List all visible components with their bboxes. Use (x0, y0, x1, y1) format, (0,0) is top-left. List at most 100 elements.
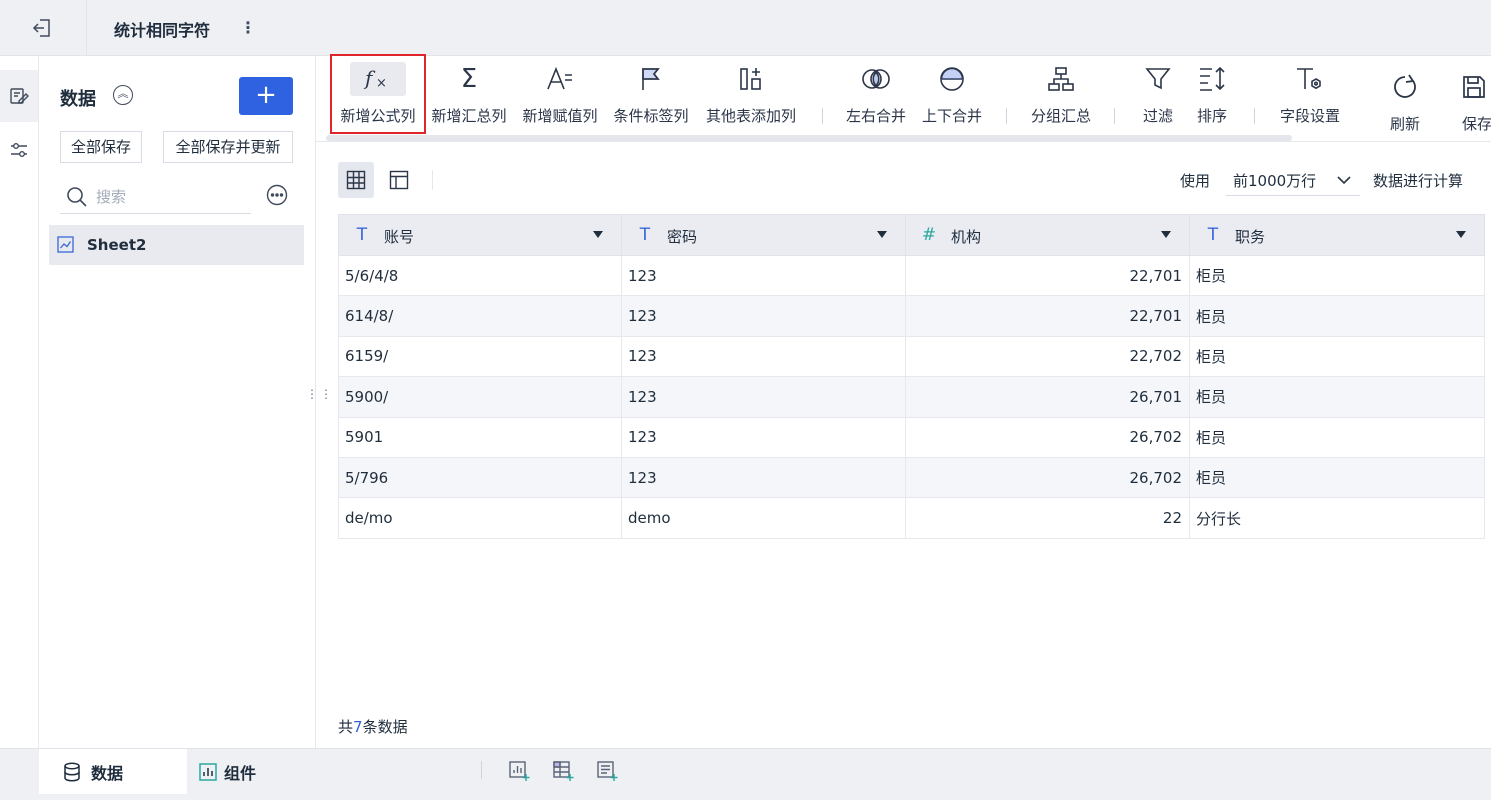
table-row: 5/6/4/8 123 22,701 柜员 (338, 254, 1485, 297)
chart-icon (199, 762, 217, 781)
panel-title: 数据 (60, 89, 96, 110)
table-cell[interactable]: 123 (621, 254, 906, 297)
row-limit-value: 前1000万行 (1233, 172, 1317, 190)
tab-data-label: 数据 (91, 763, 124, 783)
table-cell[interactable]: de/mo (338, 497, 622, 539)
vertical-merge-icon (937, 64, 967, 94)
filter-settings-icon[interactable] (0, 124, 38, 176)
svg-text:×: × (376, 76, 387, 91)
grid-view-button[interactable] (338, 162, 374, 198)
table-cell[interactable]: 6159/ (338, 335, 622, 378)
horizontal-merge-button[interactable]: 左右合并 (838, 56, 914, 136)
top-bar: 统计相同字符 ⋮ (0, 0, 1491, 56)
add-column-from-other-table-button[interactable]: 其他表添加列 (699, 56, 803, 136)
tool-label: 排序 (1196, 107, 1227, 125)
table-row: 5901 123 26,702 柜员 (338, 416, 1485, 458)
more-options-icon[interactable] (266, 184, 288, 206)
dropdown-arrow-icon[interactable] (1456, 231, 1466, 238)
tool-label: 分组汇总 (1030, 107, 1091, 125)
column-header-position[interactable]: T 职务 (1189, 214, 1485, 256)
table-cell[interactable]: 柜员 (1189, 295, 1485, 337)
add-summary-column-button[interactable]: Σ 新增汇总列 (426, 56, 512, 136)
row-count-prefix: 共 (338, 718, 354, 736)
table-cell[interactable]: 26,702 (905, 456, 1190, 499)
save-all-button[interactable]: 全部保存 (60, 131, 142, 163)
vertical-merge-button[interactable]: 上下合并 (914, 56, 990, 136)
toolbar-scrollbar[interactable] (326, 135, 1292, 141)
text-type-icon: T (1207, 225, 1219, 245)
save-button[interactable]: 保存 (1454, 64, 1491, 144)
tab-components[interactable]: 组件 (199, 749, 319, 794)
table-cell[interactable]: demo (621, 497, 906, 539)
table-cell[interactable]: 26,701 (905, 376, 1190, 418)
table-cell[interactable]: 5900/ (338, 376, 622, 418)
table-cell[interactable]: 22,702 (905, 335, 1190, 378)
condition-tag-column-button[interactable]: 条件标签列 (608, 56, 694, 136)
field-settings-button[interactable]: 字段设置 (1270, 56, 1350, 136)
table-cell[interactable]: 123 (621, 376, 906, 418)
dropdown-arrow-icon[interactable] (877, 231, 887, 238)
table-cell[interactable]: 123 (621, 295, 906, 337)
tool-label: 其他表添加列 (705, 107, 796, 125)
table-cell[interactable]: 柜员 (1189, 416, 1485, 458)
search-input[interactable]: 搜索 (60, 178, 251, 214)
tool-label: 新增赋值列 (522, 107, 598, 125)
tool-label: 新增汇总列 (431, 107, 507, 125)
more-vertical-icon[interactable]: ⋮ (240, 16, 256, 40)
toolbar-divider (1114, 108, 1115, 124)
add-data-button[interactable]: + (239, 77, 293, 115)
filter-button[interactable]: 过滤 (1132, 56, 1184, 136)
group-summary-button[interactable]: 分组汇总 (1021, 56, 1101, 136)
add-assign-column-button[interactable]: 新增赋值列 (517, 56, 603, 136)
row-count-suffix: 条数据 (362, 718, 408, 736)
add-chart-icon[interactable] (507, 759, 531, 783)
tool-label: 新增公式列 (340, 107, 416, 125)
row-count-number: 7 (353, 718, 363, 736)
search-placeholder: 搜索 (96, 188, 127, 206)
save-all-update-button[interactable]: 全部保存并更新 (163, 131, 293, 163)
column-header-account[interactable]: T 账号 (338, 214, 622, 256)
exit-icon[interactable] (30, 16, 54, 40)
table-cell[interactable]: 柜员 (1189, 254, 1485, 297)
assign-icon (545, 64, 575, 94)
table-cell[interactable]: 5/796 (338, 456, 622, 499)
dropdown-arrow-icon[interactable] (593, 231, 603, 238)
collapse-icon[interactable]: ︽ (113, 85, 133, 105)
table-cell[interactable]: 22,701 (905, 295, 1190, 337)
table-cell[interactable]: 分行长 (1189, 497, 1485, 539)
table-cell[interactable]: 柜员 (1189, 456, 1485, 499)
panel-resize-handle[interactable]: ⋮⋮ (306, 388, 332, 413)
table-cell[interactable]: 123 (621, 456, 906, 499)
tool-label: 过滤 (1142, 107, 1173, 125)
save-icon (1459, 72, 1489, 102)
sigma-icon: Σ (460, 64, 478, 94)
sort-button[interactable]: 排序 (1186, 56, 1238, 136)
table-cell[interactable]: 柜员 (1189, 335, 1485, 378)
table-cell[interactable]: 22 (905, 497, 1190, 539)
page-title: 统计相同字符 (114, 21, 211, 40)
table-cell[interactable]: 5/6/4/8 (338, 254, 622, 297)
add-formula-column-button[interactable]: f × 新增公式列 (330, 54, 426, 134)
table-cell[interactable]: 123 (621, 416, 906, 458)
toolbar: f × 新增公式列 Σ 新增汇总列 新增赋值列 条件标签列 其他表添加列 左右合并 (316, 54, 1491, 144)
table-cell[interactable]: 123 (621, 335, 906, 378)
table-cell[interactable]: 26,702 (905, 416, 1190, 458)
column-header-password[interactable]: T 密码 (621, 214, 906, 256)
table-row: 6159/ 123 22,702 柜员 (338, 335, 1485, 378)
row-limit-select[interactable]: 前1000万行 (1226, 163, 1360, 196)
tab-data[interactable]: 数据 (39, 749, 187, 794)
add-report-icon[interactable] (595, 759, 619, 783)
column-header-org[interactable]: # 机构 (905, 214, 1190, 256)
tool-label: 上下合并 (921, 107, 982, 125)
dropdown-arrow-icon[interactable] (1161, 231, 1171, 238)
table-cell[interactable]: 5901 (338, 416, 622, 458)
table-cell[interactable]: 柜员 (1189, 376, 1485, 418)
sheet-item[interactable]: Sheet2 (49, 225, 304, 265)
table-cell[interactable]: 614/8/ (338, 295, 622, 337)
add-table-icon[interactable] (551, 759, 575, 783)
layout-view-button[interactable] (384, 166, 414, 194)
refresh-button[interactable]: 刷新 (1376, 64, 1434, 144)
data-edit-icon[interactable] (0, 70, 38, 122)
left-rail (0, 56, 39, 748)
table-cell[interactable]: 22,701 (905, 254, 1190, 297)
